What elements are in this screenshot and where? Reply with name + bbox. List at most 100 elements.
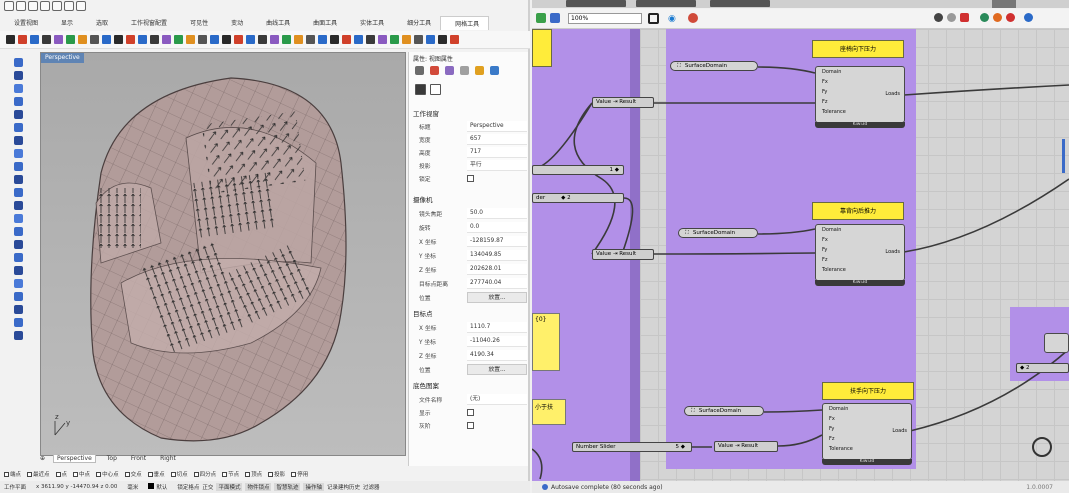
tab-mesh-tools[interactable]: 网格工具 xyxy=(440,16,490,30)
sidebar-tool-icon[interactable] xyxy=(13,97,23,106)
save-document-icon[interactable] xyxy=(550,13,560,23)
gh-dropdown-1[interactable] xyxy=(566,0,626,7)
component-input[interactable]: Domain xyxy=(822,227,841,233)
toolbar-tool-icon[interactable] xyxy=(90,35,99,44)
property-value[interactable]: 657 xyxy=(467,134,527,145)
toolbar-tool-icon[interactable] xyxy=(294,35,303,44)
component-output[interactable]: Loads xyxy=(892,428,907,434)
osnap-toggle[interactable]: 切点 xyxy=(170,470,188,478)
title-note-2[interactable]: 靠背向后推力 xyxy=(812,202,904,220)
osnap-toggle[interactable]: 点 xyxy=(55,470,67,478)
help-icon[interactable] xyxy=(76,1,86,11)
tab-surface-tools[interactable]: 曲面工具 xyxy=(299,16,346,30)
tab-viewport-layout[interactable]: 工作视窗配置 xyxy=(117,16,176,30)
tab-front[interactable]: Front xyxy=(128,455,149,462)
component-input[interactable]: Fx xyxy=(822,79,828,85)
canvas-navigator-icon[interactable] xyxy=(1032,437,1052,457)
undo-icon[interactable] xyxy=(52,1,62,11)
status-toggle[interactable]: 正交 xyxy=(202,483,213,491)
osnap-checkbox[interactable] xyxy=(291,471,297,477)
kiwi-load-component-3[interactable]: Domain Fx Fy Fz Tolerance Loads Kiwi3d xyxy=(822,403,912,465)
open-file-icon[interactable] xyxy=(16,1,26,11)
place-button[interactable]: 放置... xyxy=(467,364,527,375)
toolbar-tool-icon[interactable] xyxy=(150,35,159,44)
zoom-extents-icon[interactable] xyxy=(648,13,659,24)
toolbar-tool-icon[interactable] xyxy=(390,35,399,44)
property-value[interactable]: 202628.01 xyxy=(467,264,527,275)
osnap-toggle[interactable]: 交点 xyxy=(124,470,142,478)
globe-icon[interactable] xyxy=(1024,13,1033,22)
toolbar-tool-icon[interactable] xyxy=(246,35,255,44)
component-input[interactable]: Fx xyxy=(829,416,835,422)
sidebar-tool-icon[interactable] xyxy=(13,162,23,171)
tab-visibility[interactable]: 可见性 xyxy=(176,16,217,30)
preview-mode-icon-2[interactable] xyxy=(947,13,956,22)
component-input[interactable]: Tolerance xyxy=(822,109,846,115)
osnap-toggle[interactable]: 中点 xyxy=(73,470,90,478)
osnap-checkbox[interactable] xyxy=(124,471,130,477)
osnap-toggle[interactable]: 端点 xyxy=(4,470,21,478)
osnap-checkbox[interactable] xyxy=(73,471,79,477)
toolbar-tool-icon[interactable] xyxy=(114,35,123,44)
surface-domain-3[interactable]: ⛶ SurfaceDomain xyxy=(684,406,764,416)
osnap-checkbox[interactable] xyxy=(170,471,176,477)
osnap-checkbox[interactable] xyxy=(147,471,153,477)
osnap-checkbox[interactable] xyxy=(55,471,61,477)
property-checkbox[interactable] xyxy=(467,409,474,416)
open-document-icon[interactable] xyxy=(536,13,546,23)
viewport-title[interactable]: Perspective xyxy=(41,53,84,63)
status-toggle[interactable]: 记录建构历史 xyxy=(327,483,360,491)
component-input[interactable]: Fz xyxy=(829,436,835,442)
toolbar-tool-icon[interactable] xyxy=(318,35,327,44)
light-icon[interactable] xyxy=(475,66,484,75)
component-input[interactable]: Tolerance xyxy=(829,446,853,452)
title-note-1[interactable]: 座椅向下压力 xyxy=(812,40,904,58)
osnap-checkbox[interactable] xyxy=(4,471,9,477)
layer-label[interactable]: 默认 xyxy=(148,483,167,491)
status-toggle[interactable]: 物件锁点 xyxy=(245,483,272,491)
property-value[interactable]: 平行 xyxy=(467,160,527,171)
component-input[interactable]: Tolerance xyxy=(822,267,846,273)
toolbar-tool-icon[interactable] xyxy=(54,35,63,44)
component-input[interactable]: Fy xyxy=(822,89,827,95)
sidebar-tool-icon[interactable] xyxy=(13,136,23,145)
tab-view-setup[interactable]: 设置视图 xyxy=(0,16,47,30)
toolbar-tool-icon[interactable] xyxy=(426,35,435,44)
component-output[interactable]: Loads xyxy=(885,91,900,97)
sphere-icon-3[interactable] xyxy=(1006,13,1015,22)
component-input[interactable]: Fz xyxy=(822,257,828,263)
sidebar-tool-icon[interactable] xyxy=(13,305,23,314)
toolbar-tool-icon[interactable] xyxy=(198,35,207,44)
toolbar-tool-icon[interactable] xyxy=(378,35,387,44)
toolbar-tool-icon[interactable] xyxy=(6,35,15,44)
tab-subd-tools[interactable]: 细分工具 xyxy=(393,16,440,30)
preview-mode-icon-3[interactable] xyxy=(960,13,969,22)
toolbar-tool-icon[interactable] xyxy=(30,35,39,44)
component-input[interactable]: Domain xyxy=(829,406,848,412)
camera-view-icon[interactable] xyxy=(415,84,426,95)
osnap-toggle[interactable]: 投影 xyxy=(268,470,285,478)
osnap-checkbox[interactable] xyxy=(27,471,33,477)
number-slider-1[interactable]: 1 ◆ xyxy=(532,165,624,175)
toolbar-tool-icon[interactable] xyxy=(234,35,243,44)
material-icon[interactable] xyxy=(430,66,439,75)
osnap-toggle[interactable]: 四分点 xyxy=(193,470,216,478)
toolbar-tool-icon[interactable] xyxy=(414,35,423,44)
osnap-checkbox[interactable] xyxy=(222,471,228,477)
data-panel-1[interactable]: {0} xyxy=(532,313,560,371)
sidebar-tool-icon[interactable] xyxy=(13,253,23,262)
toolbar-tool-icon[interactable] xyxy=(306,35,315,44)
sphere-icon-1[interactable] xyxy=(980,13,989,22)
tab-perspective[interactable]: Perspective xyxy=(53,453,96,463)
sidebar-tool-icon[interactable] xyxy=(13,331,23,340)
tab-right[interactable]: Right xyxy=(157,455,179,462)
sidebar-tool-icon[interactable] xyxy=(13,279,23,288)
toolbar-tool-icon[interactable] xyxy=(210,35,219,44)
toolbar-tool-icon[interactable] xyxy=(258,35,267,44)
brush-icon[interactable] xyxy=(460,66,469,75)
add-viewport-icon[interactable]: ⊕ xyxy=(40,455,45,462)
panel-icon[interactable] xyxy=(490,66,499,75)
component-input[interactable]: Fy xyxy=(822,247,827,253)
new-file-icon[interactable] xyxy=(4,1,14,11)
component-input[interactable]: Domain xyxy=(822,69,841,75)
